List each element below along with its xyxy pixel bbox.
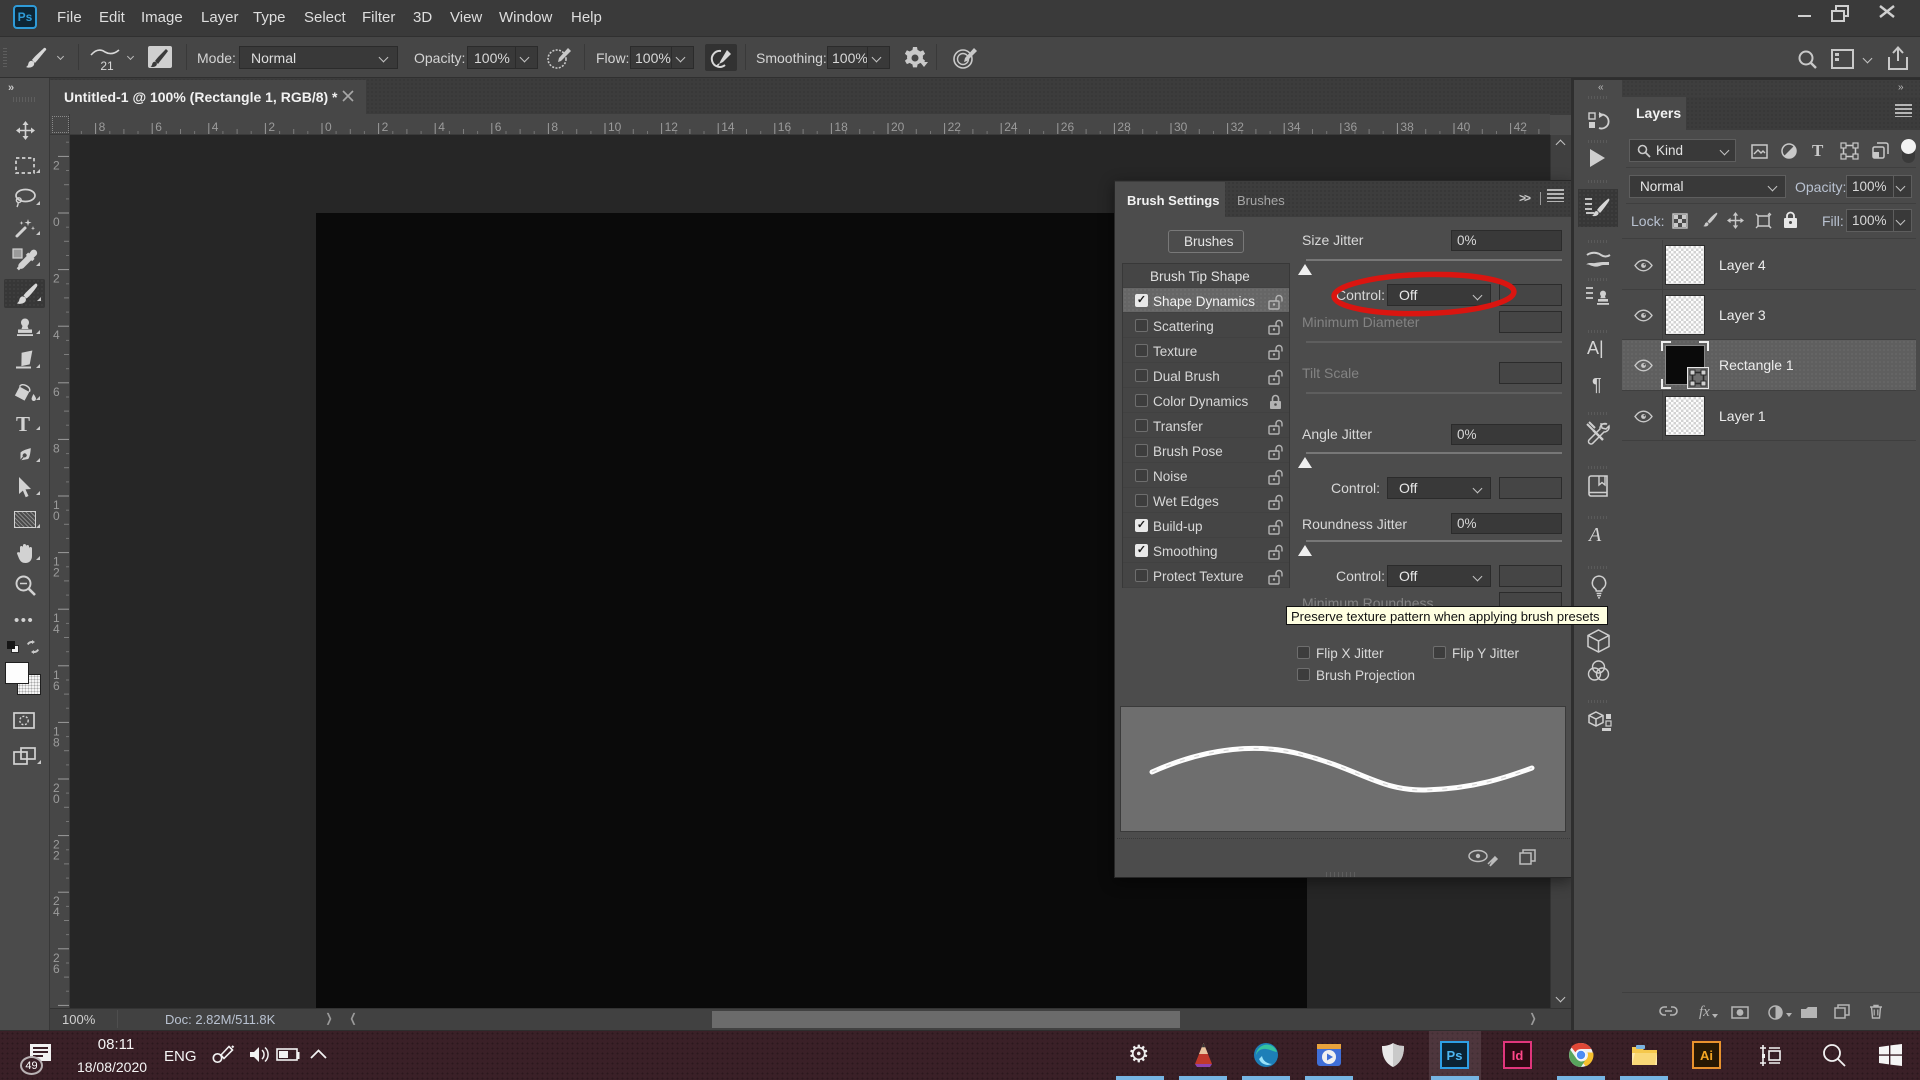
svg-text:6: 6 bbox=[495, 120, 502, 134]
svg-text:2: 2 bbox=[53, 158, 60, 172]
svg-text:38: 38 bbox=[1400, 120, 1414, 134]
svg-text:2: 2 bbox=[53, 849, 60, 863]
svg-text:20: 20 bbox=[891, 120, 905, 134]
svg-text:0: 0 bbox=[53, 509, 60, 523]
svg-text:4: 4 bbox=[53, 905, 60, 919]
svg-text:8: 8 bbox=[551, 120, 558, 134]
svg-text:0: 0 bbox=[53, 215, 60, 229]
svg-text:6: 6 bbox=[155, 120, 162, 134]
svg-text:2: 2 bbox=[53, 272, 60, 286]
svg-text:4: 4 bbox=[438, 120, 445, 134]
svg-text:2: 2 bbox=[268, 120, 275, 134]
svg-text:0: 0 bbox=[325, 120, 332, 134]
svg-text:4: 4 bbox=[53, 622, 60, 636]
svg-text:6: 6 bbox=[53, 679, 60, 693]
svg-text:4: 4 bbox=[212, 120, 219, 134]
svg-text:2: 2 bbox=[382, 120, 389, 134]
svg-text:8: 8 bbox=[53, 441, 60, 455]
svg-text:34: 34 bbox=[1287, 120, 1301, 134]
svg-text:6: 6 bbox=[53, 385, 60, 399]
svg-text:8: 8 bbox=[99, 120, 106, 134]
svg-text:6: 6 bbox=[53, 962, 60, 976]
svg-text:2: 2 bbox=[53, 566, 60, 580]
svg-text:0: 0 bbox=[53, 792, 60, 806]
svg-text:4: 4 bbox=[53, 328, 60, 342]
svg-text:8: 8 bbox=[53, 735, 60, 749]
